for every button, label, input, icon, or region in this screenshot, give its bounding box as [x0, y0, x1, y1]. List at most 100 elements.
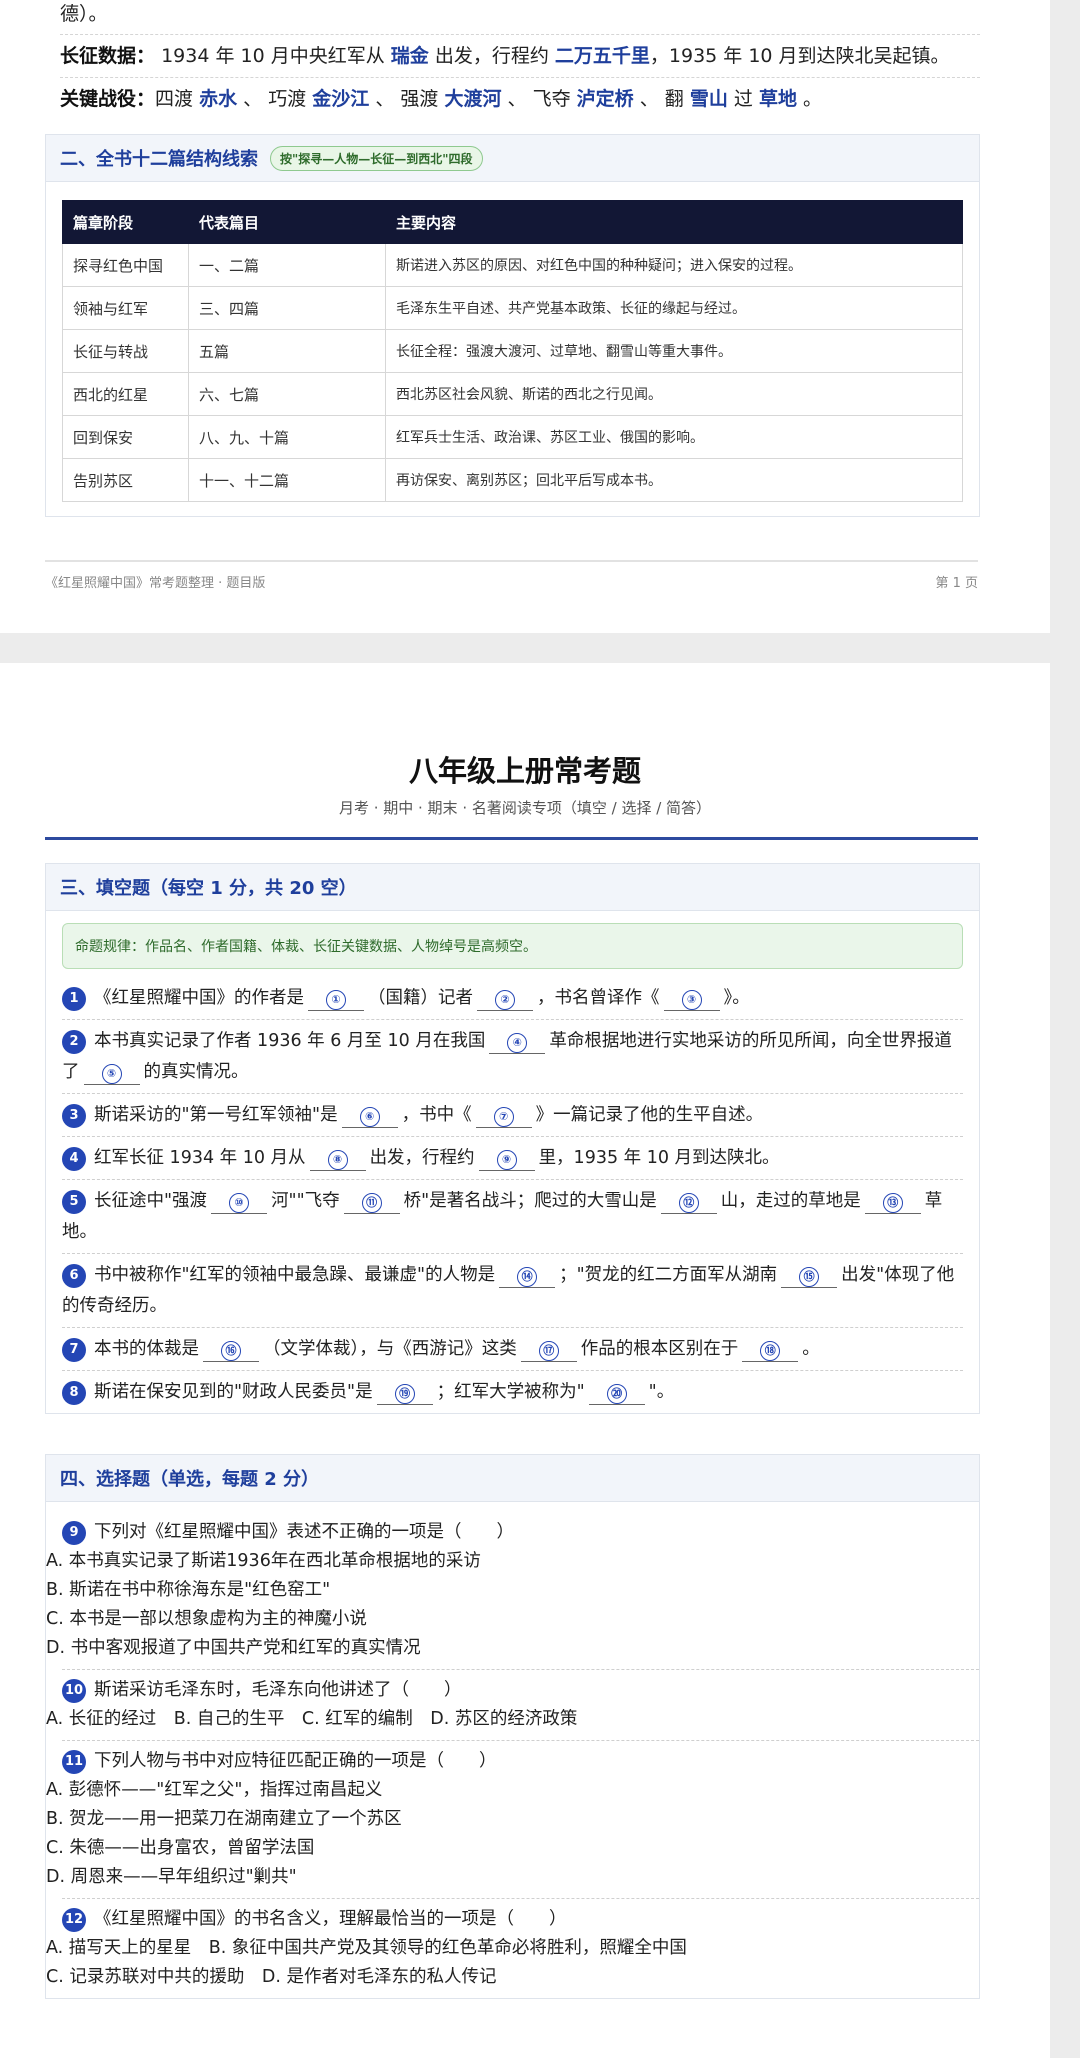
blank[interactable]: ⑤: [83, 1060, 140, 1085]
battle-name: 赤水: [199, 88, 238, 110]
blank-number: ④: [507, 1033, 528, 1053]
column-header: 代表篇目: [188, 200, 386, 244]
question-text: 本书的体裁是: [94, 1339, 199, 1359]
blank[interactable]: ⑬: [864, 1189, 921, 1214]
answer-options-line[interactable]: C. 记录苏联对中共的援助 D. 是作者对毛泽东的私人传记: [46, 1963, 979, 1992]
blank[interactable]: ⑱: [742, 1337, 799, 1362]
blank[interactable]: ④: [489, 1029, 546, 1054]
answer-option[interactable]: D. 周恩来——早年组织过"剿共": [46, 1863, 979, 1892]
answer-option[interactable]: B. 斯诺在书中称徐海东是"红色窑工": [46, 1576, 979, 1605]
blank[interactable]: ⑧: [309, 1146, 366, 1171]
answer-option[interactable]: A. 本书真实记录了斯诺1936年在西北革命根据地的采访: [46, 1547, 979, 1576]
question-number: 7: [62, 1338, 86, 1362]
answer-option[interactable]: A. 彭德怀——"红军之父"，指挥过南昌起义: [46, 1776, 979, 1805]
content-cell: 斯诺进入苏区的原因、对红色中国的种种疑问；进入保安的过程。: [385, 243, 963, 287]
battle-verb: 飞夺: [532, 88, 571, 110]
table-header-row: 篇章阶段 代表篇目 主要内容: [62, 200, 963, 244]
blank[interactable]: ⑨: [478, 1146, 535, 1171]
chapters-cell: 十一、十二篇: [188, 458, 386, 502]
answer-option[interactable]: C. 本书是一部以想象虚构为主的神魔小说: [46, 1605, 979, 1634]
table-row: 长征与转战 五篇 长征全程：强渡大渡河、过草地、翻雪山等重大事件。: [62, 329, 963, 373]
question-2: 2 本书真实记录了作者 1936 年 6 月至 10 月在我国 ④ 革命根据地进行实地…: [62, 1020, 963, 1094]
answer-options-line[interactable]: A. 描写天上的星星 B. 象征中国共产党及其领导的红色革命必将胜利，照耀全中国: [46, 1934, 979, 1963]
question-text: 斯诺采访的"第一号红军领袖"是: [94, 1105, 338, 1125]
stage-cell: 告别苏区: [62, 458, 189, 502]
question-text: 红军长征 1934 年 10 月从: [94, 1148, 306, 1168]
question-8: 8 斯诺在保安见到的"财政人民委员"是 ⑲ ；红军大学被称为" ⑳ "。: [62, 1371, 963, 1413]
section-header: 四、选择题（单选，每题 2 分）: [46, 1455, 979, 1502]
long-march-data-line: 长征数据： 1934 年 10 月中央红军从 瑞金 出发，行程约 二万五千里，1…: [60, 35, 980, 78]
long-march-label: 长征数据：: [60, 45, 156, 67]
blank-number: ⑧: [327, 1150, 348, 1170]
question-number: 6: [62, 1264, 86, 1288]
blank-number: ⑨: [496, 1150, 517, 1170]
content-cell: 西北苏区社会风貌、斯诺的西北之行见闻。: [385, 372, 963, 416]
blank[interactable]: ⑥: [341, 1103, 398, 1128]
question-text: 。: [802, 1339, 820, 1359]
battle-verb: 过: [733, 88, 753, 110]
section-header: 三、填空题（每空 1 分，共 20 空）: [46, 864, 979, 911]
question-text: 斯诺在保安见到的"财政人民委员"是: [94, 1382, 373, 1402]
section-title: 四、选择题（单选，每题 2 分）: [60, 1469, 320, 1490]
question-number: 1: [62, 987, 86, 1011]
question-text: 出发，行程约: [369, 1148, 475, 1168]
blank-number: ⑳: [606, 1384, 627, 1404]
question-text: ，书中《: [401, 1105, 472, 1125]
hint-box: 命题规律：作品名、作者国籍、体裁、长征关键数据、人物绰号是高频空。: [62, 923, 963, 969]
question-4: 4 红军长征 1934 年 10 月从 ⑧ 出发，行程约 ⑨ 里，1935 年 10 月到…: [62, 1137, 963, 1180]
question-text: 河""飞夺: [271, 1191, 340, 1211]
blank[interactable]: ⑪: [343, 1189, 400, 1214]
blank[interactable]: ⑲: [376, 1380, 433, 1405]
blank[interactable]: ③: [663, 986, 720, 1011]
column-header: 主要内容: [385, 200, 963, 244]
answer-options-line[interactable]: A. 长征的经过 B. 自己的生平 C. 红军的编制 D. 苏区的经济政策: [46, 1705, 979, 1734]
blank[interactable]: ⑳: [588, 1380, 645, 1405]
question-12: 12 《红星照耀中国》的书名含义，理解最恰当的一项是（ ） A. 描写天上的星星 …: [46, 1899, 979, 1998]
blank[interactable]: ⑰: [520, 1337, 577, 1362]
question-text: "。: [648, 1382, 675, 1402]
page-1: 德）。 长征数据： 1934 年 10 月中央红军从 瑞金 出发，行程约 二万五…: [0, 0, 1050, 633]
question-7: 7 本书的体裁是 ⑯ （文学体裁），与《西游记》这类 ⑰ 作品的根本区别在于 ⑱ 。: [62, 1328, 963, 1371]
answer-option[interactable]: B. 贺龙——用一把菜刀在湖南建立了一个苏区: [46, 1805, 979, 1834]
blank-number: ⑬: [882, 1193, 903, 1213]
question-number: 4: [62, 1147, 86, 1171]
question-number: 9: [62, 1521, 86, 1545]
content-cell: 毛泽东生平自述、共产党基本政策、长征的缘起与经过。: [385, 286, 963, 330]
blank[interactable]: ⑫: [660, 1189, 717, 1214]
chapters-cell: 五篇: [188, 329, 386, 373]
column-header: 篇章阶段: [62, 200, 189, 244]
question-stem: 斯诺采访毛泽东时，毛泽东向他讲述了（ ）: [94, 1680, 462, 1700]
page-footer: 《红星照耀中国》常考题整理 · 题目版 第 1 页: [45, 560, 978, 591]
summary-fragment: 德）。 长征数据： 1934 年 10 月中央红军从 瑞金 出发，行程约 二万五…: [60, 0, 980, 120]
blank[interactable]: ②: [477, 986, 533, 1011]
question-text: 的真实情况。: [143, 1062, 249, 1082]
battle-verb: 巧渡: [268, 88, 307, 110]
march-distance: 二万五千里: [554, 45, 650, 67]
chapters-cell: 八、九、十篇: [188, 415, 386, 459]
chapters-cell: 六、七篇: [188, 372, 386, 416]
answer-option[interactable]: C. 朱德——出身富农，曾留学法国: [46, 1834, 979, 1863]
key-battles-line: 关键战役：四渡 赤水 、 巧渡 金沙江 、 强渡 大渡河 、 飞夺 泸定桥 、 …: [60, 78, 980, 120]
battle-name: 草地: [758, 88, 797, 110]
blank[interactable]: ⑦: [475, 1103, 532, 1128]
question-5: 5 长征途中"强渡 ⑩ 河""飞夺 ⑪ 桥"是著名战斗；爬过的大雪山是 ⑫ 山，走过的草地是 ⑬…: [62, 1180, 963, 1254]
chapters-cell: 一、二篇: [188, 243, 386, 287]
blank-number: ⑭: [517, 1267, 538, 1287]
content-cell: 长征全程：强渡大渡河、过草地、翻雪山等重大事件。: [385, 329, 963, 373]
blank-number: ⑪: [361, 1193, 382, 1213]
blank-number: ⑱: [760, 1341, 781, 1361]
question-stem: 《红星照耀中国》的书名含义，理解最恰当的一项是（ ）: [94, 1909, 567, 1929]
blank[interactable]: ⑮: [781, 1263, 838, 1288]
answer-option[interactable]: D. 书中客观报道了中国共产党和红军的真实情况: [46, 1634, 979, 1663]
blank[interactable]: ⑯: [203, 1337, 259, 1362]
continued-text: 德）。: [60, 0, 980, 35]
battle-name: 雪山: [689, 88, 728, 110]
battle-name: 大渡河: [444, 88, 502, 110]
blank[interactable]: ⑭: [499, 1263, 556, 1288]
blank[interactable]: ①: [308, 986, 364, 1011]
table-row: 领袖与红军 三、四篇 毛泽东生平自述、共产党基本政策、长征的缘起与经过。: [62, 286, 963, 330]
chapters-cell: 三、四篇: [188, 286, 386, 330]
battle-name: 金沙江: [312, 88, 370, 110]
blank-number: ⑤: [101, 1064, 122, 1084]
blank[interactable]: ⑩: [211, 1189, 268, 1214]
